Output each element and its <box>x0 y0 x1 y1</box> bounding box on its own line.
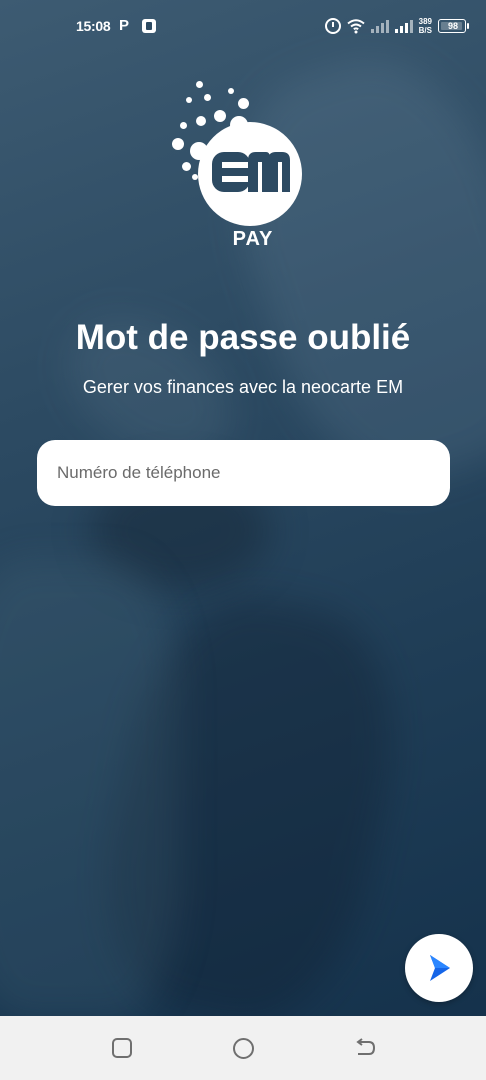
circle-icon <box>232 1037 254 1059</box>
signal-icon <box>394 19 413 33</box>
system-nav-bar <box>0 1016 486 1080</box>
network-speed-unit: B/S <box>418 26 432 35</box>
home-button[interactable] <box>231 1036 255 1060</box>
forgot-password-screen: 15:08 P 389 B/S 98 PAY Mot de passe oubl… <box>0 0 486 1080</box>
notification-app-icon <box>142 19 156 33</box>
logo-pay-label: PAY <box>232 228 274 250</box>
phone-number-input[interactable] <box>37 440 450 506</box>
page-subtitle: Gerer vos finances avec la neocarte EM <box>82 377 404 397</box>
status-time: 15:08 <box>76 18 111 34</box>
logo-em-mark <box>212 152 290 192</box>
em-pay-logo: PAY <box>170 78 310 258</box>
signal-icon <box>370 19 389 33</box>
network-speed-value: 389 <box>418 17 432 26</box>
network-speed: 389 B/S <box>419 17 432 35</box>
wifi-icon <box>347 19 365 34</box>
chevron-right-icon <box>430 955 450 981</box>
alarm-icon <box>324 18 341 34</box>
background-shape <box>0 560 180 1020</box>
battery-level: 98 <box>447 21 458 31</box>
next-button[interactable] <box>405 934 473 1002</box>
recent-apps-button[interactable] <box>110 1036 134 1060</box>
battery-icon: 98 <box>438 19 469 33</box>
square-icon <box>112 1038 132 1058</box>
notification-p-icon: P <box>119 17 130 34</box>
status-icons: 389 B/S 98 <box>324 16 469 36</box>
back-arrow-icon <box>356 1038 376 1055</box>
back-button[interactable] <box>353 1036 377 1060</box>
status-bar: 15:08 P 389 B/S 98 <box>0 0 486 54</box>
page-title: Mot de passe oublié <box>75 318 411 357</box>
